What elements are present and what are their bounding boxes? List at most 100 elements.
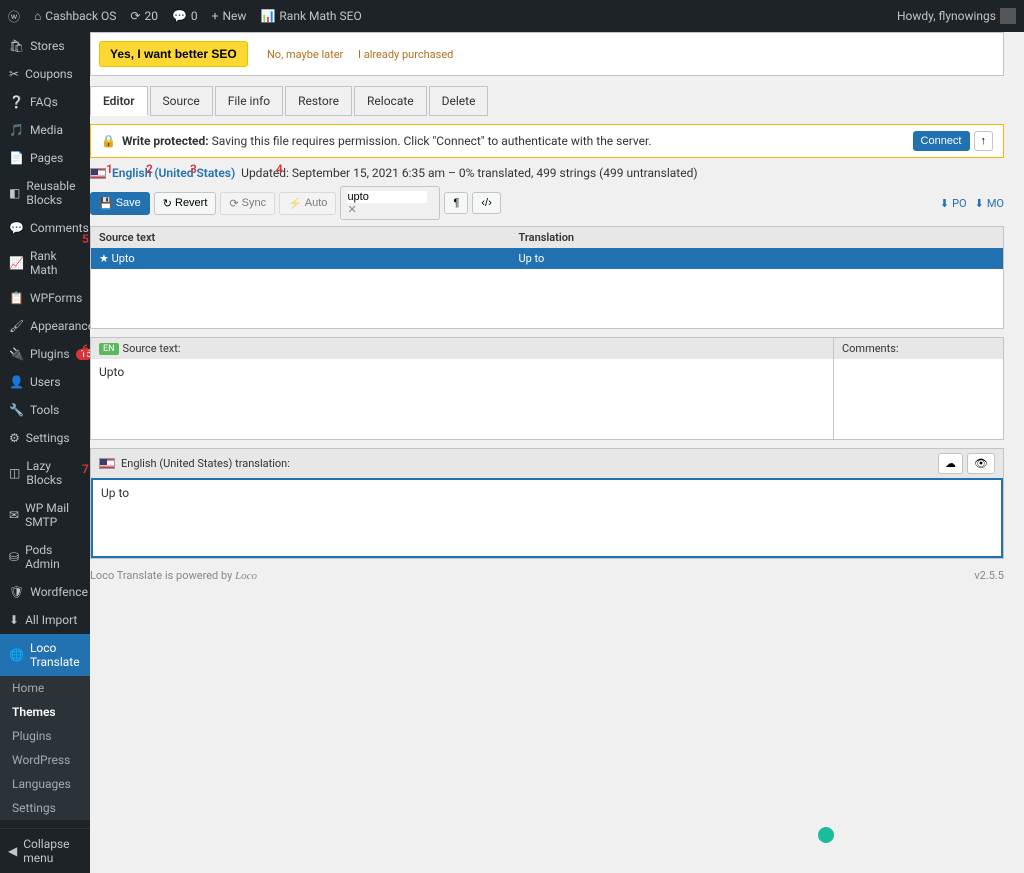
sidebar-item-locotranslate[interactable]: 🌐 Loco Translate: [0, 634, 90, 676]
us-flag-icon: [99, 458, 115, 469]
sidebar-item-allimport[interactable]: ⬇ All Import: [0, 606, 90, 634]
sidebar-item-coupons[interactable]: ✂ Coupons: [0, 60, 90, 88]
main-content: 1 2 3 4 5 6 7 Yes, I want better SEO No,…: [90, 32, 1024, 873]
sidebar-item-comments[interactable]: 💬 Comments: [0, 214, 90, 242]
sync-button[interactable]: ⟳Sync: [220, 192, 275, 215]
filter-search[interactable]: ✕: [340, 186, 440, 220]
download-icon: ⬇: [940, 197, 949, 210]
translation-input[interactable]: Up to: [91, 478, 1003, 558]
locale-title: English (United States): [112, 166, 235, 180]
grid-col-translation[interactable]: Translation: [511, 227, 1003, 248]
clear-search-icon[interactable]: ✕: [347, 203, 356, 216]
sync-icon: ⟳: [229, 197, 238, 210]
notice-help-button[interactable]: ↑: [974, 131, 994, 151]
download-mo-link[interactable]: ⬇MO: [975, 197, 1004, 210]
download-po-link[interactable]: ⬇PO: [940, 197, 967, 210]
sidebar-item-media[interactable]: 🎵 Media: [0, 116, 90, 144]
write-protected-notice: 🔒 Write protected: Saving this file requ…: [90, 124, 1004, 158]
sidebar-item-faqs[interactable]: ❔ FAQs: [0, 88, 90, 116]
translation-label: English (United States) translation:: [121, 457, 290, 470]
sidebar-item-users[interactable]: 👤 Users: [0, 368, 90, 396]
sidebar-sub-settings[interactable]: Settings: [0, 796, 90, 820]
pilcrow-button[interactable]: ¶: [444, 192, 468, 214]
rankmath-link[interactable]: 📊 Rank Math SEO: [260, 9, 361, 23]
tab-source[interactable]: Source: [150, 86, 213, 116]
us-flag-icon: [90, 168, 106, 179]
avatar: [1000, 8, 1016, 24]
source-text-label: Source text:: [123, 342, 181, 355]
sidebar-item-wpmailsmtp[interactable]: ✉ WP Mail SMTP: [0, 494, 90, 536]
code-button[interactable]: ‹/›: [472, 192, 500, 214]
plugins-badge: 15: [76, 349, 90, 360]
promo-later-link[interactable]: No, maybe later: [267, 48, 343, 61]
notice-title: Write protected:: [122, 134, 209, 148]
visibility-button[interactable]: 👁: [967, 453, 995, 474]
source-text-view: Upto: [91, 359, 833, 439]
sidebar-item-tools[interactable]: 🔧 Tools: [0, 396, 90, 424]
save-button[interactable]: 💾Save: [90, 192, 150, 215]
source-panel: EN Source text: Upto Comments:: [90, 337, 1004, 440]
sidebar-item-podsadmin[interactable]: ⛁ Pods Admin: [0, 536, 90, 578]
file-meta: Updated: September 15, 2021 6:35 am – 0%…: [241, 166, 697, 180]
grid-col-source[interactable]: Source text: [91, 227, 511, 248]
lang-tag: EN: [99, 343, 119, 355]
sidebar-item-pages[interactable]: 📄 Pages: [0, 144, 90, 172]
tab-restore[interactable]: Restore: [285, 86, 352, 116]
sidebar-sub-plugins[interactable]: Plugins: [0, 724, 90, 748]
star-icon: ★: [99, 252, 109, 265]
tab-editor[interactable]: Editor: [90, 86, 148, 116]
page-footer: Loco Translate is powered by Loco v2.5.5: [90, 559, 1004, 592]
new-link[interactable]: + New: [212, 9, 247, 23]
translation-grid: Source text Translation ★ Upto Up to: [90, 226, 1004, 329]
file-header: English (United States) Updated: Septemb…: [90, 166, 1004, 180]
tabs-nav: Editor Source File info Restore Relocate…: [90, 86, 1004, 116]
auto-icon: ⚡: [288, 197, 302, 210]
promo-banner: Yes, I want better SEO No, maybe later I…: [90, 32, 1004, 76]
revert-icon: ↻: [163, 197, 172, 210]
connect-button[interactable]: Connect: [913, 131, 970, 151]
table-row[interactable]: ★ Upto Up to: [91, 248, 1003, 269]
comments-link[interactable]: 💬 0: [172, 9, 198, 23]
collapse-menu-button[interactable]: ◀ Collapse menu: [0, 828, 90, 873]
sidebar-item-wordfence[interactable]: 🛡 Wordfence: [0, 578, 90, 606]
filter-input[interactable]: [347, 191, 427, 203]
promo-purchased-link[interactable]: I already purchased: [358, 48, 453, 61]
tab-fileinfo[interactable]: File info: [215, 86, 283, 116]
sidebar-item-plugins[interactable]: 🔌 Plugins15: [0, 340, 90, 368]
tab-delete[interactable]: Delete: [429, 86, 489, 116]
howdy-link[interactable]: Howdy, flynowings: [897, 8, 1016, 24]
promo-yes-button[interactable]: Yes, I want better SEO: [99, 41, 248, 67]
sidebar-item-wpforms[interactable]: 📋 WPForms: [0, 284, 90, 312]
save-icon: 💾: [99, 197, 113, 210]
sidebar-sub-home[interactable]: Home: [0, 676, 90, 700]
admin-sidebar: 🛍 Stores ✂ Coupons ❔ FAQs 🎵 Media 📄 Page…: [0, 32, 90, 873]
sidebar-sub-languages[interactable]: Languages: [0, 772, 90, 796]
revert-button[interactable]: ↻Revert: [154, 192, 217, 215]
version-label: v2.5.5: [974, 569, 1004, 582]
sidebar-item-reusable-blocks[interactable]: ◧ Reusable Blocks: [0, 172, 90, 214]
sidebar-item-appearance[interactable]: 🖌 Appearance: [0, 312, 90, 340]
sidebar-item-lazyblocks[interactable]: ◫ Lazy Blocks: [0, 452, 90, 494]
sidebar-item-stores[interactable]: 🛍 Stores: [0, 32, 90, 60]
translation-panel: English (United States) translation: ☁ 👁…: [90, 448, 1004, 559]
download-icon: ⬇: [975, 197, 984, 210]
auto-button[interactable]: ⚡Auto: [279, 192, 336, 215]
loco-logo: Loco: [235, 570, 257, 582]
admin-topbar: ⓦ ⌂ Cashback OS ⟳ 20 💬 0 + New 📊 Rank Ma…: [0, 0, 1024, 32]
sidebar-item-settings[interactable]: ⚙ Settings: [0, 424, 90, 452]
comments-label: Comments:: [834, 338, 1003, 359]
sidebar-sub-themes[interactable]: Themes: [0, 700, 90, 724]
suggest-button[interactable]: ☁: [938, 453, 963, 474]
comments-view: [834, 359, 1003, 439]
wp-logo[interactable]: ⓦ: [8, 8, 20, 25]
updates-link[interactable]: ⟳ 20: [130, 9, 158, 23]
sidebar-sub-wordpress[interactable]: WordPress: [0, 748, 90, 772]
lock-icon: 🔒: [101, 134, 116, 148]
sidebar-submenu: Home Themes Plugins WordPress Languages …: [0, 676, 90, 820]
notice-text: Saving this file requires permission. Cl…: [212, 134, 652, 148]
site-link[interactable]: ⌂ Cashback OS: [34, 9, 116, 23]
chat-bubble-icon[interactable]: [818, 827, 834, 843]
tab-relocate[interactable]: Relocate: [354, 86, 427, 116]
sidebar-item-rankmath[interactable]: 📈 Rank Math: [0, 242, 90, 284]
editor-toolbar: 💾Save ↻Revert ⟳Sync ⚡Auto ✕ ¶ ‹/› ⬇PO ⬇M…: [90, 186, 1004, 220]
